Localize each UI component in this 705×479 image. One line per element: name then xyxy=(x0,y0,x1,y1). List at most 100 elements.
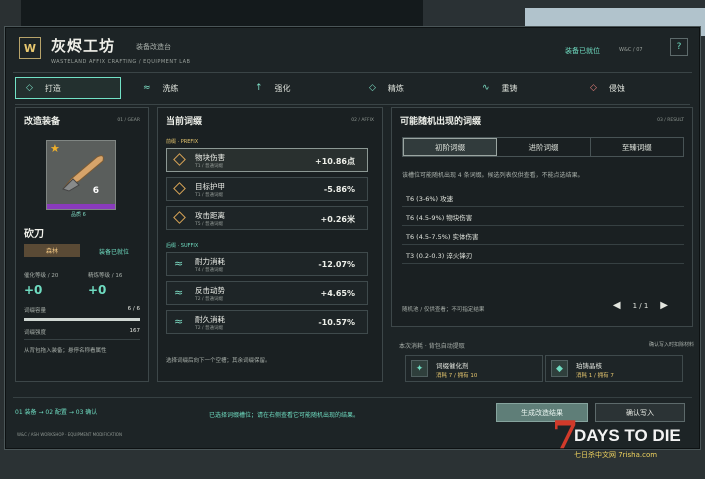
result-panel-code: 03 / RESULT xyxy=(657,118,684,123)
cost-note: 确认写入时扣除材料 xyxy=(648,342,694,348)
capacity-progress xyxy=(24,318,140,321)
tab-label: 强化 xyxy=(274,83,291,93)
result-description: 该槽位可能随机出现 4 条词缀。候选列表仅供查看，不能点选结果。 xyxy=(402,172,584,179)
diamond-icon xyxy=(173,182,186,195)
window-subtitle-en: WASTELAND AFFIX CRAFTING / EQUIPMENT LAB xyxy=(51,59,191,65)
window-title: 灰烬工坊 xyxy=(51,37,116,55)
affix-value: -10.57% xyxy=(318,318,355,327)
wave-icon: ≈ xyxy=(174,286,184,299)
capacity-row: 词缀容量 6 / 6 xyxy=(24,306,140,314)
tab-label: 洗练 xyxy=(162,83,179,93)
affix-name: 攻击距离 xyxy=(195,211,225,220)
affix-slot[interactable]: ≈ 反击动势 T2 / 普通词缀 +4.65% xyxy=(166,281,368,305)
pool-item: T6 (4.5-7.5%) 实体伤害 xyxy=(402,228,684,245)
item-count: 6 xyxy=(92,186,99,196)
crystal-icon: ◆ xyxy=(551,360,568,377)
item-name: 砍刀 xyxy=(24,229,44,240)
watermark-subtitle: 七日杀中文网 7risha.com xyxy=(574,451,658,459)
watermark-title: DAYS TO DIE xyxy=(574,426,681,445)
strength-label: 词缀强度 xyxy=(24,330,47,336)
affix-tier: T1 / 普通词缀 xyxy=(195,193,223,198)
tab-label: 重铸 xyxy=(501,83,518,93)
gear-hint: 从背包拖入装备；悬停名称看属性 xyxy=(24,348,107,354)
affix-value: +10.86点 xyxy=(314,157,355,166)
tab-refine[interactable]: ◇ 精炼 xyxy=(369,77,482,99)
next-page-icon[interactable]: ▶ xyxy=(660,300,668,311)
pool-item: T6 (3-6%) 攻速 xyxy=(402,190,684,207)
divider xyxy=(24,339,140,340)
capacity-progress-fill xyxy=(24,318,140,321)
affix-tier: T2 / 普通词缀 xyxy=(195,326,223,331)
wave-icon: ≈ xyxy=(143,83,151,93)
pool-note: 随机池 / 仅供查看；不可指定结果 xyxy=(402,307,485,313)
affix-name: 耐力消耗 xyxy=(195,257,225,266)
affix-panel: 当前词缀 02 / AFFIX 前缀 · PREFIX 物块伤害 T1 / 普通… xyxy=(157,107,383,382)
pager: ◀ 1 / 1 ▶ xyxy=(601,300,680,311)
tab-enhance[interactable]: ↑ 强化 xyxy=(255,77,369,99)
breadcrumb: 01 装备 → 02 配置 → 03 确认 xyxy=(15,409,98,416)
affix-tier: T5 / 普通词缀 xyxy=(195,222,223,227)
material-slot: ◆ 珀铸晶核 消耗 1 / 拥有 7 xyxy=(545,355,683,382)
pool-item: T3 (0.2-0.3) 淬火锋刃 xyxy=(402,247,684,264)
item-slot[interactable]: ★ 6 xyxy=(46,140,116,210)
affix-slot[interactable]: ≈ 耐力消耗 T4 / 普通词缀 -12.07% xyxy=(166,252,368,276)
tab-bar: ◇ 打造 ≈ 洗练 ↑ 强化 ◇ 精炼 ∿ 重铸 ◇ 侵蚀 xyxy=(15,77,691,99)
affix-name: 耐久消耗 xyxy=(195,315,225,324)
affix-slot[interactable]: 攻击距离 T5 / 普通词缀 +0.26米 xyxy=(166,206,368,230)
affix-panel-title: 当前词缀 xyxy=(166,117,203,127)
tab-forge[interactable]: ◇ 打造 xyxy=(15,77,121,99)
status-text: 装备已就位 xyxy=(565,47,600,55)
affix-panel-code: 02 / AFFIX xyxy=(351,118,374,123)
arrow-up-icon: ↑ xyxy=(255,83,263,93)
catalyst-icon: ✦ xyxy=(411,360,428,377)
tab-advanced-affix[interactable]: 进阶词缀 xyxy=(497,138,591,156)
help-button[interactable]: ? xyxy=(670,38,688,56)
tab-label: 精炼 xyxy=(387,83,404,93)
material-name: 珀铸晶核 xyxy=(576,362,602,370)
gear-panel-code: 01 / GEAR xyxy=(117,118,140,123)
affix-slot[interactable]: 目标护甲 T1 / 普通词缀 -5.86% xyxy=(166,177,368,201)
affix-name: 反击动势 xyxy=(195,286,225,295)
affix-value: +4.65% xyxy=(320,289,355,298)
material-qty: 消耗 1 / 拥有 7 xyxy=(576,373,614,379)
window-subtitle: 装备改造台 xyxy=(136,43,171,51)
watermark: 7 DAYS TO DIE 七日杀中文网 7risha.com xyxy=(552,412,700,470)
affix-tier: T4 / 普通词缀 xyxy=(195,268,223,273)
affix-value: -12.07% xyxy=(318,260,355,269)
tier-tabs: 初阶词缀 进阶词缀 至臻词缀 xyxy=(402,137,684,157)
machete-icon xyxy=(62,155,104,192)
equipped-status: 装备已就位 xyxy=(99,249,130,256)
cost-title: 本次消耗 · 背包自动提取 xyxy=(399,343,465,350)
catalyst-level-label: 催化等级 / 20 xyxy=(24,273,59,279)
prefix-label: 前缀 · PREFIX xyxy=(166,139,199,145)
suffix-label: 后缀 · SUFFIX xyxy=(166,243,199,249)
prev-page-icon[interactable]: ◀ xyxy=(613,300,621,311)
diamond-icon: ◇ xyxy=(369,83,376,93)
material-slot: ✦ 词缀催化剂 消耗 7 / 拥有 10 xyxy=(405,355,543,382)
catalyst-level-value: +0 xyxy=(24,283,43,297)
affix-slot[interactable]: ≈ 耐久消耗 T2 / 普通词缀 -10.57% xyxy=(166,310,368,334)
status-code: W&C / 07 xyxy=(619,47,643,53)
tab-corrode[interactable]: ◇ 侵蚀 xyxy=(590,77,676,99)
result-panel: 可能随机出现的词缀 03 / RESULT 初阶词缀 进阶词缀 至臻词缀 该槽位… xyxy=(391,107,693,327)
material-qty: 消耗 7 / 拥有 10 xyxy=(436,373,478,379)
wave-icon: ≈ xyxy=(174,257,184,270)
pool-item: T6 (4.5-9%) 物块伤害 xyxy=(402,209,684,226)
footer-caption: W&C / ASH WORKSHOP · EQUIPMENT MODIFICAT… xyxy=(17,432,122,437)
refine-level-value: +0 xyxy=(88,283,107,297)
affix-name: 物块伤害 xyxy=(195,153,225,162)
tab-basic-affix[interactable]: 初阶词缀 xyxy=(403,138,498,156)
recast-icon: ∿ xyxy=(482,83,490,93)
tab-reroll[interactable]: ≈ 洗练 xyxy=(143,77,255,99)
tab-supreme-affix[interactable]: 至臻词缀 xyxy=(591,138,683,156)
affix-slot[interactable]: 物块伤害 T1 / 普通词缀 +10.86点 xyxy=(166,148,368,172)
footer-divider xyxy=(13,397,692,398)
diamond-icon: ◇ xyxy=(26,83,33,93)
affix-hint: 选择词缀后向下一个空槽；其余词缀保留。 xyxy=(166,358,271,364)
tab-recast[interactable]: ∿ 重铸 xyxy=(482,77,590,99)
page-indicator: 1 / 1 xyxy=(632,301,649,310)
logo-icon: W xyxy=(19,37,41,59)
gear-panel-title: 改造装备 xyxy=(24,117,61,127)
tab-label: 侵蚀 xyxy=(608,83,625,93)
diamond-icon xyxy=(173,211,186,224)
